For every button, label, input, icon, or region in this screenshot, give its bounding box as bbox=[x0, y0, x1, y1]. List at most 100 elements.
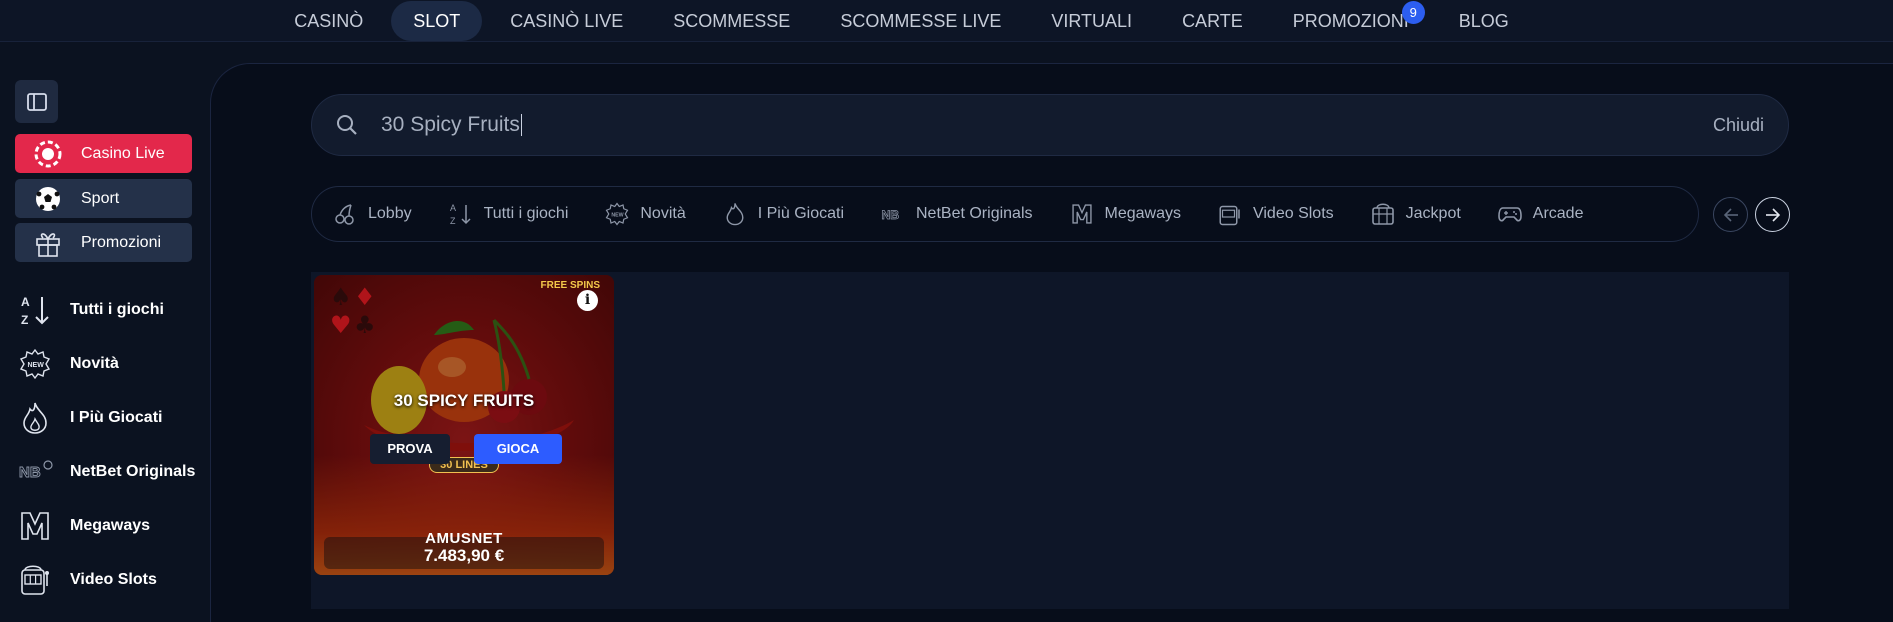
megaways-icon bbox=[1069, 201, 1095, 227]
category-bar: Lobby AZ Tutti i giochi NEW Novità I Più… bbox=[311, 186, 1699, 242]
az-sort-icon: AZ bbox=[0, 293, 70, 327]
sidebar-item-label: Tutti i giochi bbox=[70, 301, 164, 318]
flame-icon bbox=[0, 401, 70, 435]
provider-logo: AMUSNET bbox=[314, 530, 614, 547]
svg-text:♦: ♦ bbox=[354, 283, 376, 311]
category-video-slots[interactable]: Video Slots bbox=[1217, 201, 1334, 227]
svg-text:A: A bbox=[450, 203, 456, 213]
search-results: ♠ ♦ ♥ ♣ FREE SPINS i 30 SPICY FRUITS 30 … bbox=[311, 272, 1789, 609]
gift-icon bbox=[15, 229, 81, 257]
slot-machine-icon bbox=[1217, 201, 1243, 227]
nav-virtuali[interactable]: VIRTUALI bbox=[1029, 1, 1154, 41]
megaways-icon bbox=[0, 510, 70, 542]
netbet-originals-icon: NB bbox=[0, 459, 70, 485]
category-label: Jackpot bbox=[1405, 205, 1461, 222]
category-label: NetBet Originals bbox=[916, 205, 1033, 222]
category-megaways[interactable]: Megaways bbox=[1069, 201, 1181, 227]
sidebar-categories: AZ Tutti i giochi NEW Novità I Più Gioca… bbox=[0, 283, 210, 607]
category-next-button[interactable] bbox=[1755, 197, 1790, 232]
sidebar-item-piu-giocati[interactable]: I Più Giocati bbox=[0, 391, 210, 445]
casino-live-label: Casino Live bbox=[81, 144, 165, 162]
sidebar-item-netbet-originals[interactable]: NB NetBet Originals bbox=[0, 445, 210, 499]
category-piu-giocati[interactable]: I Più Giocati bbox=[722, 201, 844, 227]
game-tile[interactable]: ♠ ♦ ♥ ♣ FREE SPINS i 30 SPICY FRUITS 30 … bbox=[314, 275, 614, 575]
svg-text:NB: NB bbox=[19, 464, 41, 481]
try-demo-button[interactable]: PROVA bbox=[370, 434, 450, 464]
nav-blog[interactable]: BLOG bbox=[1437, 1, 1531, 41]
svg-text:♠: ♠ bbox=[330, 283, 352, 311]
sidebar-panel-icon bbox=[26, 92, 47, 111]
top-nav-list: CASINÒ SLOT CASINÒ LIVE SCOMMESSE SCOMME… bbox=[272, 0, 1531, 41]
svg-text:♥: ♥ bbox=[330, 311, 352, 339]
nav-scommesse[interactable]: SCOMMESSE bbox=[651, 1, 812, 41]
casino-chip-icon bbox=[15, 139, 81, 169]
category-netbet-originals[interactable]: NB NetBet Originals bbox=[880, 201, 1033, 227]
jackpot-icon bbox=[1370, 201, 1396, 227]
sidebar-item-novita[interactable]: NEW Novità bbox=[0, 337, 210, 391]
sidebar-casino-live-button[interactable]: Casino Live bbox=[15, 134, 192, 173]
sidebar-item-video-slots[interactable]: Video Slots bbox=[0, 553, 210, 607]
cherry-icon bbox=[332, 201, 358, 227]
arrow-left-icon bbox=[1723, 207, 1738, 222]
category-prev-button[interactable] bbox=[1713, 197, 1748, 232]
promozioni-label: Promozioni bbox=[81, 233, 162, 251]
sidebar-item-label: NetBet Originals bbox=[70, 463, 196, 480]
sidebar-sport-button[interactable]: Sport bbox=[15, 179, 192, 218]
search-bar[interactable]: 30 Spicy Fruits Chiudi bbox=[311, 94, 1789, 156]
provider-name: AMUSNET bbox=[425, 530, 503, 547]
az-sort-icon: AZ bbox=[448, 201, 474, 227]
svg-text:A: A bbox=[21, 295, 30, 309]
category-jackpot[interactable]: Jackpot bbox=[1370, 201, 1461, 227]
nav-promozioni-label: PROMOZIONI bbox=[1292, 10, 1409, 31]
sport-label: Sport bbox=[81, 189, 120, 207]
svg-text:Z: Z bbox=[21, 313, 28, 327]
category-tutti-i-giochi[interactable]: AZ Tutti i giochi bbox=[448, 201, 569, 227]
nav-casino[interactable]: CASINÒ bbox=[272, 1, 385, 41]
sidebar-item-label: I Più Giocati bbox=[70, 409, 163, 426]
play-button[interactable]: GIOCA bbox=[474, 434, 562, 464]
sidebar-item-tutti-i-giochi[interactable]: AZ Tutti i giochi bbox=[0, 283, 210, 337]
soccer-ball-icon bbox=[15, 185, 81, 213]
nav-promozioni[interactable]: PROMOZIONI 9 bbox=[1271, 0, 1431, 41]
promotions-count-badge: 9 bbox=[1401, 0, 1425, 24]
top-navigation: CASINÒ SLOT CASINÒ LIVE SCOMMESSE SCOMME… bbox=[0, 0, 1893, 42]
sidebar: Casino Live Sport Promozioni AZ Tutti i … bbox=[0, 43, 210, 622]
search-icon bbox=[317, 114, 377, 136]
category-lobby[interactable]: Lobby bbox=[332, 201, 412, 227]
nav-slot[interactable]: SLOT bbox=[391, 0, 483, 41]
flame-icon bbox=[722, 201, 748, 227]
nav-casino-live[interactable]: CASINÒ LIVE bbox=[488, 1, 645, 41]
game-info-button[interactable]: i bbox=[577, 290, 598, 311]
netbet-originals-icon: NB bbox=[880, 201, 906, 227]
nav-scommesse-live[interactable]: SCOMMESSE LIVE bbox=[818, 1, 1023, 41]
card-suits-icon: ♠ ♦ ♥ ♣ bbox=[330, 283, 376, 339]
sidebar-promozioni-button[interactable]: Promozioni bbox=[15, 223, 192, 262]
new-badge-icon: NEW bbox=[0, 348, 70, 380]
svg-text:NB: NB bbox=[881, 208, 899, 222]
category-label: Lobby bbox=[368, 205, 412, 222]
category-label: Novità bbox=[640, 205, 686, 222]
jackpot-amount: 7.483,90 € bbox=[423, 546, 505, 565]
game-title: 30 SPICY FRUITS bbox=[393, 391, 535, 410]
nav-carte[interactable]: CARTE bbox=[1160, 1, 1265, 41]
sidebar-item-label: Novità bbox=[70, 355, 119, 372]
sidebar-item-megaways[interactable]: Megaways bbox=[0, 499, 210, 553]
sidebar-toggle-button[interactable] bbox=[15, 80, 58, 123]
category-label: I Più Giocati bbox=[757, 205, 844, 222]
category-label: Arcade bbox=[1532, 205, 1584, 222]
svg-text:Z: Z bbox=[450, 216, 456, 226]
text-cursor bbox=[520, 114, 522, 137]
free-spins-logo: FREE SPINS bbox=[540, 280, 600, 291]
category-arcade[interactable]: Arcade bbox=[1497, 201, 1584, 227]
svg-text:NEW: NEW bbox=[612, 212, 624, 218]
sidebar-item-label: Megaways bbox=[70, 517, 151, 534]
search-input[interactable]: 30 Spicy Fruits bbox=[377, 113, 1713, 137]
search-close-button[interactable]: Chiudi bbox=[1713, 115, 1764, 136]
gamepad-icon bbox=[1497, 201, 1523, 227]
new-badge-icon: NEW bbox=[604, 201, 630, 227]
main-panel: 30 Spicy Fruits Chiudi Lobby AZ Tutti i … bbox=[210, 63, 1893, 622]
category-label: Video Slots bbox=[1252, 205, 1334, 222]
category-novita[interactable]: NEW Novità bbox=[604, 201, 686, 227]
svg-text:NEW: NEW bbox=[28, 362, 45, 369]
svg-text:♣: ♣ bbox=[354, 311, 376, 339]
